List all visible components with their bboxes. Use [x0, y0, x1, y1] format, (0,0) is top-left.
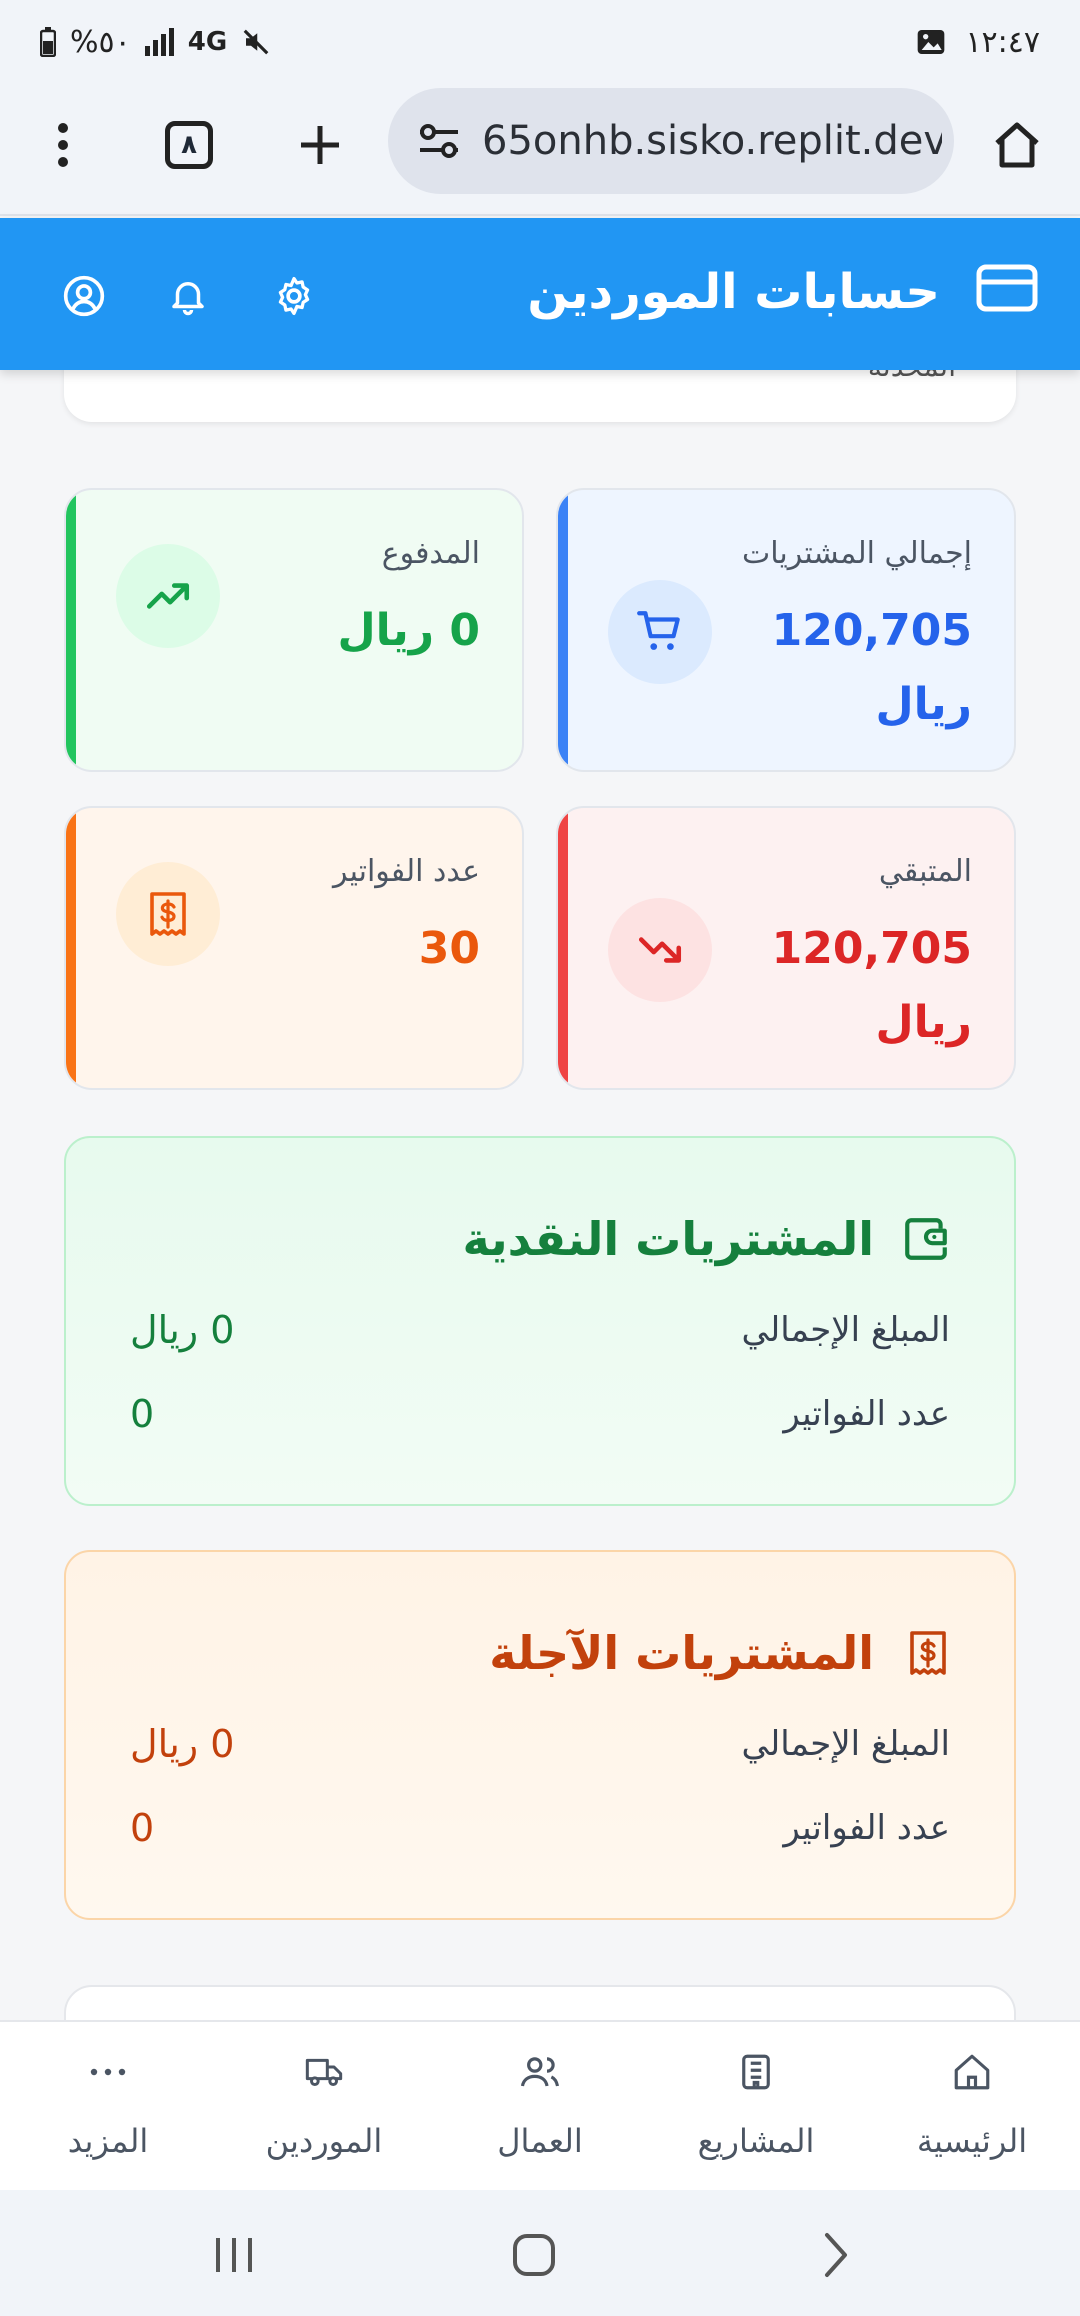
- home-button[interactable]: [982, 110, 1052, 180]
- nav-label-suppliers: الموردين: [265, 2122, 383, 2160]
- recent-apps-icon: [216, 2238, 252, 2272]
- app-header: حسابات الموردين: [0, 218, 1080, 370]
- users-icon: [512, 2044, 568, 2100]
- back-button[interactable]: [796, 2220, 876, 2290]
- invoices-count-label: عدد الفواتير: [333, 854, 480, 889]
- clock: ١٢:٤٧: [965, 24, 1040, 60]
- nav-label-projects: المشاريع: [697, 2122, 815, 2160]
- home-icon: [995, 122, 1039, 168]
- credit-purchases-card: المشتريات الآجلة المبلغ الإجمالي 0 ريال …: [64, 1550, 1016, 1920]
- credit-count-value: 0: [130, 1806, 155, 1850]
- credit-total-value: 0 ريال: [130, 1722, 235, 1766]
- cash-count-row: عدد الفواتير 0: [130, 1386, 950, 1442]
- nav-item-more[interactable]: المزيد: [0, 2022, 216, 2192]
- status-right: ١٢:٤٧: [915, 20, 1040, 64]
- truck-icon: [296, 2044, 352, 2100]
- system-home-icon: [513, 2234, 555, 2276]
- notifications-button[interactable]: [160, 268, 216, 324]
- card-accent-bar: [558, 490, 568, 770]
- paid-label: المدفوع: [381, 536, 480, 571]
- cash-count-label: عدد الفواتير: [783, 1394, 950, 1434]
- signal-icon: [144, 28, 174, 56]
- browser-menu-button[interactable]: [28, 110, 98, 180]
- trending-up-icon: [116, 544, 220, 648]
- trending-down-icon: [608, 898, 712, 1002]
- nav-item-projects[interactable]: المشاريع: [648, 2022, 864, 2192]
- cash-total-row: المبلغ الإجمالي 0 ريال: [130, 1302, 950, 1358]
- cash-purchases-title: المشتريات النقدية: [462, 1212, 874, 1266]
- nav-label-home: الرئيسية: [916, 2122, 1028, 2160]
- user-circle-icon: [63, 275, 105, 317]
- battery-percent: %٥٠: [70, 24, 131, 60]
- system-home-button[interactable]: [494, 2220, 574, 2290]
- kebab-menu-icon: [58, 123, 68, 167]
- total-purchases-value: 120,705 ريال: [771, 605, 972, 730]
- paid-value: 0 ريال: [337, 605, 481, 656]
- credit-total-row: المبلغ الإجمالي 0 ريال: [130, 1716, 950, 1772]
- card-accent-bar: [66, 808, 76, 1088]
- paid-card: المدفوع 0 ريال: [64, 488, 524, 772]
- url-text: 65onhb.sisko.replit.dev: [482, 118, 942, 164]
- credit-card-icon: [976, 264, 1038, 316]
- new-tab-button[interactable]: [285, 110, 355, 180]
- nav-label-workers: العمال: [497, 2122, 583, 2160]
- gear-icon: [278, 276, 310, 316]
- settings-button[interactable]: [266, 268, 322, 324]
- cash-total-value: 0 ريال: [130, 1308, 235, 1352]
- credit-purchases-title: المشتريات الآجلة: [489, 1626, 874, 1680]
- credit-total-label: المبلغ الإجمالي: [741, 1724, 950, 1764]
- invoices-count-value: 30: [418, 923, 480, 974]
- plus-icon: [301, 126, 339, 164]
- cash-count-value: 0: [130, 1392, 155, 1436]
- total-purchases-card: إجمالي المشتريات 120,705 ريال: [556, 488, 1016, 772]
- total-purchases-label: إجمالي المشتريات: [742, 536, 972, 571]
- remaining-value: 120,705 ريال: [771, 923, 972, 1048]
- credit-count-label: عدد الفواتير: [783, 1808, 950, 1848]
- status-left: %٥٠ 4G: [40, 20, 271, 64]
- credit-count-row: عدد الفواتير 0: [130, 1800, 950, 1856]
- gallery-icon: [918, 30, 945, 54]
- building-icon: [728, 2044, 784, 2100]
- card-accent-bar: [558, 808, 568, 1088]
- recent-apps-button[interactable]: [194, 2220, 274, 2290]
- battery-icon: [40, 27, 56, 57]
- profile-button[interactable]: [56, 268, 112, 324]
- nav-item-home[interactable]: الرئيسية: [864, 2022, 1080, 2192]
- network-type: 4G: [187, 27, 228, 57]
- nav-label-more: المزيد: [67, 2122, 149, 2160]
- tabs-button[interactable]: ٨: [154, 110, 224, 180]
- mute-icon: [243, 29, 269, 55]
- chevron-right-icon: [825, 2233, 847, 2277]
- bottom-navigation: الرئيسية المشاريع العمال الموردين المزيد: [0, 2020, 1080, 2190]
- bell-icon: [172, 282, 204, 316]
- invoices-count-card: عدد الفواتير 30: [64, 806, 524, 1090]
- remaining-label: المتبقي: [878, 854, 972, 889]
- cart-icon: [608, 580, 712, 684]
- nav-item-suppliers[interactable]: الموردين: [216, 2022, 432, 2192]
- browser-toolbar: ٨ 65onhb.sisko.replit.dev: [0, 80, 1080, 216]
- more-icon: [80, 2044, 136, 2100]
- tab-count: ٨: [165, 121, 213, 169]
- receipt-icon: [904, 1628, 952, 1682]
- card-accent-bar: [66, 490, 76, 770]
- wallet-icon: [900, 1214, 952, 1268]
- cash-total-label: المبلغ الإجمالي: [741, 1310, 950, 1350]
- receipt-icon: [116, 862, 220, 966]
- remaining-card: المتبقي 120,705 ريال: [556, 806, 1016, 1090]
- system-navigation-bar: [0, 2190, 1080, 2316]
- site-settings-icon: [420, 124, 458, 158]
- address-bar[interactable]: 65onhb.sisko.replit.dev: [388, 88, 954, 194]
- page-title: حسابات الموردين: [527, 264, 940, 320]
- status-bar: %٥٠ 4G ١٢:٤٧: [0, 0, 1080, 80]
- home-icon: [944, 2044, 1000, 2100]
- nav-item-workers[interactable]: العمال: [432, 2022, 648, 2192]
- cash-purchases-card: المشتريات النقدية المبلغ الإجمالي 0 ريال…: [64, 1136, 1016, 1506]
